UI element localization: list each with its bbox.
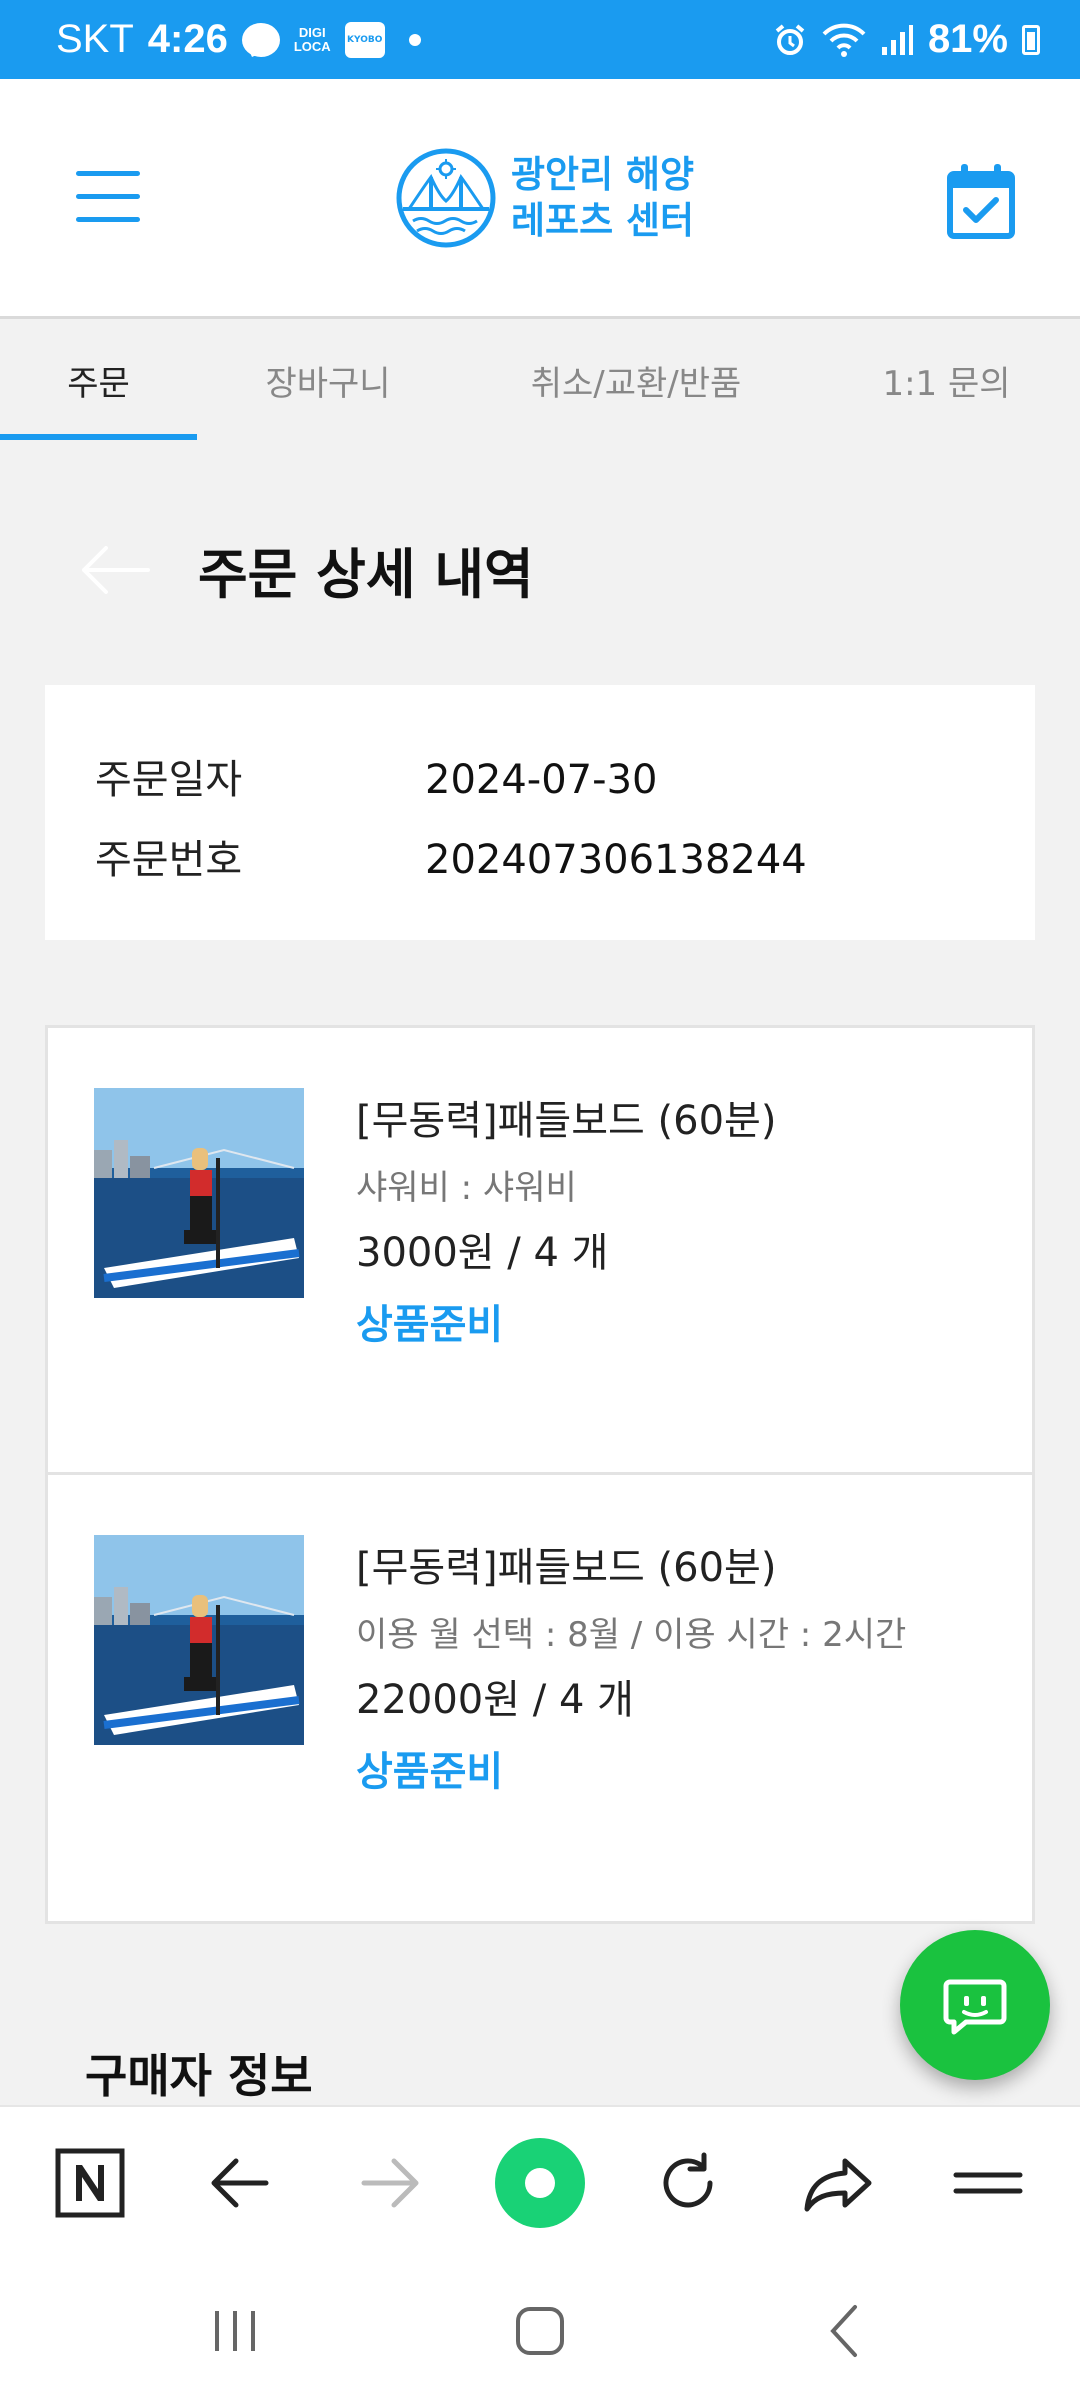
page-title: 주문 상세 내역 — [198, 543, 534, 606]
buyer-info-heading: 구매자 정보 — [85, 2049, 313, 2103]
bridge-logo-icon — [396, 148, 496, 248]
android-nav-bar — [0, 2255, 1080, 2400]
order-number-row: 주문번호 202407306138244 — [95, 820, 985, 900]
browser-back-icon[interactable] — [204, 2147, 276, 2219]
share-icon[interactable] — [803, 2147, 875, 2219]
clock: 4:26 — [147, 17, 228, 61]
tab-cancel-exchange-return[interactable]: 취소/교환/반품 — [459, 320, 813, 440]
more-notifications-icon — [408, 33, 421, 46]
chat-fab-button[interactable] — [900, 1930, 1050, 2080]
product-thumbnail[interactable] — [94, 1535, 304, 1745]
logo-line2: 레포츠 센터 — [511, 199, 695, 242]
order-number-value: 202407306138244 — [425, 837, 807, 883]
item-option: 샤워비 : 샤워비 — [356, 1168, 577, 1208]
logo-text: 광안리 해양 레포츠 센터 — [511, 152, 694, 244]
tab-cart[interactable]: 장바구니 — [197, 320, 459, 440]
hamburger-line — [76, 171, 140, 176]
item-price: 3000원 / 4 개 — [356, 1230, 609, 1276]
chat-bot-icon — [943, 1979, 1007, 2035]
item-details: [무동력]패들보드 (60분) 샤워비 : 샤워비 3000원 / 4 개 상품… — [356, 1096, 776, 1350]
status-bar: SKT 4:26 DIGI LOCA KYOBO 81% — [0, 0, 1080, 79]
reload-icon[interactable] — [652, 2147, 724, 2219]
order-date-label: 주문일자 — [95, 757, 243, 803]
hamburger-line — [76, 217, 140, 222]
tab-order[interactable]: 주문 — [0, 320, 197, 440]
calendar-check-icon[interactable] — [946, 164, 1016, 240]
page-title-row: 주문 상세 내역 — [80, 530, 534, 609]
app-header: 광안리 해양 레포츠 센터 — [0, 79, 1080, 319]
green-home-button[interactable] — [495, 2138, 585, 2228]
status-left: SKT 4:26 DIGI LOCA KYOBO — [56, 17, 421, 62]
home-icon[interactable] — [500, 2295, 580, 2365]
item-option: 이용 월 선택 : 8월 / 이용 시간 : 2시간 — [356, 1615, 907, 1655]
order-item[interactable]: [무동력]패들보드 (60분) 이용 월 선택 : 8월 / 이용 시간 : 2… — [48, 1475, 1032, 1921]
digi-line2: LOCA — [293, 38, 331, 54]
item-status: 상품준비 — [356, 1749, 504, 1795]
tab-inquiry[interactable]: 1:1 문의 — [813, 320, 1080, 440]
naver-home-icon[interactable] — [54, 2147, 126, 2219]
tab-bar: 주문 장바구니 취소/교환/반품 1:1 문의 — [0, 320, 1080, 440]
item-details: [무동력]패들보드 (60분) 이용 월 선택 : 8월 / 이용 시간 : 2… — [356, 1543, 906, 1797]
digi-line1: DIGI — [298, 24, 326, 40]
digiloca-icon: DIGI LOCA — [293, 24, 331, 54]
item-name[interactable]: [무동력]패들보드 (60분) — [356, 1543, 906, 1593]
order-item[interactable]: [무동력]패들보드 (60분) 샤워비 : 샤워비 3000원 / 4 개 상품… — [48, 1028, 1032, 1475]
item-status: 상품준비 — [356, 1302, 504, 1348]
order-items-list: [무동력]패들보드 (60분) 샤워비 : 샤워비 3000원 / 4 개 상품… — [45, 1025, 1035, 1924]
order-number-label: 주문번호 — [95, 837, 243, 883]
hamburger-line — [76, 194, 140, 199]
order-date-value: 2024-07-30 — [425, 757, 658, 803]
wifi-icon — [822, 23, 866, 57]
order-info-card: 주문일자 2024-07-30 주문번호 202407306138244 — [45, 685, 1035, 940]
back-arrow-icon[interactable] — [80, 545, 150, 595]
nav-back-icon[interactable] — [805, 2295, 885, 2365]
browser-forward-icon[interactable] — [354, 2147, 426, 2219]
alarm-icon — [775, 23, 805, 55]
product-thumbnail[interactable] — [94, 1088, 304, 1298]
status-right: 81% — [772, 17, 1040, 62]
logo-line1: 광안리 해양 — [511, 153, 695, 196]
item-name[interactable]: [무동력]패들보드 (60분) — [356, 1096, 776, 1146]
battery-percent: 81% — [927, 17, 1008, 61]
signal-icon — [881, 24, 913, 55]
order-date-row: 주문일자 2024-07-30 — [95, 740, 985, 820]
browser-menu-icon[interactable] — [952, 2147, 1024, 2219]
hamburger-icon[interactable] — [76, 171, 140, 227]
item-price: 22000원 / 4 개 — [356, 1677, 634, 1723]
carrier: SKT — [56, 17, 134, 61]
kyobo-icon: KYOBO — [344, 21, 385, 58]
chat-notification-icon — [241, 22, 280, 57]
site-logo[interactable]: 광안리 해양 레포츠 센터 — [395, 147, 694, 249]
recent-apps-icon[interactable] — [195, 2295, 275, 2365]
battery-icon — [1022, 24, 1040, 55]
